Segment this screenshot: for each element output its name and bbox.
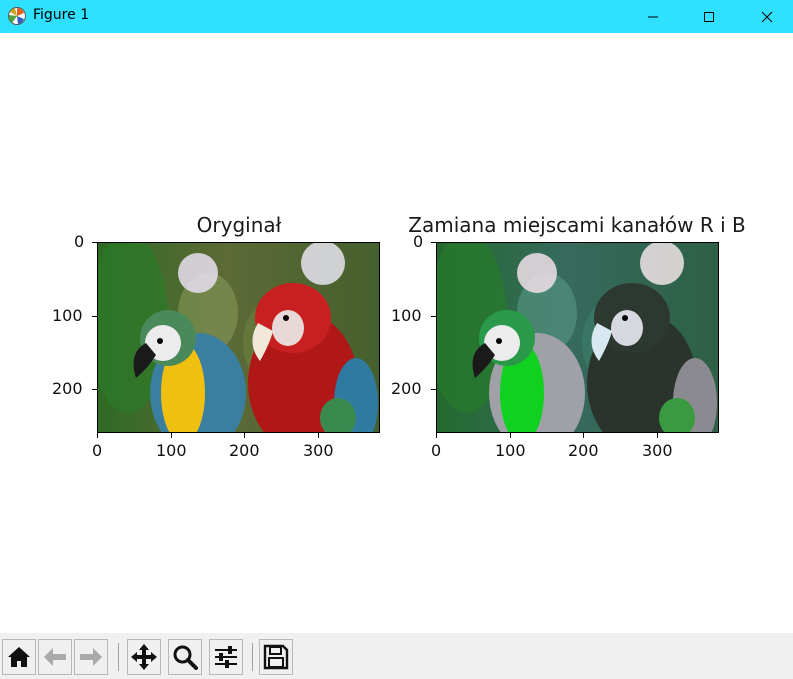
back-arrow-icon bbox=[44, 648, 66, 666]
xtick-label: 0 bbox=[92, 441, 103, 460]
xtick-label: 300 bbox=[303, 441, 334, 460]
ytick-mark bbox=[92, 242, 97, 243]
xtick-mark bbox=[97, 433, 98, 438]
pan-button[interactable] bbox=[127, 639, 161, 675]
zoom-magnifier-icon bbox=[173, 645, 198, 670]
figure-canvas[interactable]: Oryginał 0 100 200 0 100 200 300 Zamiana… bbox=[0, 33, 793, 633]
maximize-button[interactable] bbox=[686, 0, 732, 33]
xtick-mark bbox=[657, 433, 658, 438]
ytick-label: 100 bbox=[52, 306, 83, 325]
parrots-swapped-image bbox=[437, 243, 718, 432]
image-original bbox=[97, 242, 380, 433]
xtick-mark bbox=[244, 433, 245, 438]
close-button[interactable] bbox=[744, 0, 790, 33]
xtick-mark bbox=[318, 433, 319, 438]
ytick-mark bbox=[92, 316, 97, 317]
save-button[interactable] bbox=[259, 639, 293, 675]
minimize-icon bbox=[648, 16, 658, 17]
window-titlebar[interactable]: Figure 1 bbox=[0, 0, 793, 33]
ytick-label: 200 bbox=[391, 379, 422, 398]
window-title: Figure 1 bbox=[33, 7, 90, 23]
save-floppy-icon bbox=[263, 644, 289, 670]
ytick-label: 200 bbox=[52, 379, 83, 398]
ytick-mark bbox=[92, 389, 97, 390]
navigation-toolbar bbox=[0, 633, 793, 679]
configure-subplots-icon bbox=[215, 646, 237, 668]
ytick-mark bbox=[431, 242, 436, 243]
ytick-label: 0 bbox=[74, 232, 85, 251]
minimize-button[interactable] bbox=[630, 0, 676, 33]
ytick-mark bbox=[431, 389, 436, 390]
maximize-icon bbox=[704, 11, 714, 22]
close-icon bbox=[761, 11, 773, 22]
toolbar-separator bbox=[252, 643, 253, 671]
zoom-button[interactable] bbox=[168, 639, 202, 675]
forward-arrow-icon bbox=[80, 648, 102, 666]
xtick-label: 300 bbox=[642, 441, 673, 460]
xtick-label: 200 bbox=[229, 441, 260, 460]
home-button[interactable] bbox=[2, 639, 36, 675]
home-icon bbox=[8, 647, 30, 667]
matplotlib-app-icon bbox=[8, 7, 26, 25]
forward-button[interactable] bbox=[74, 639, 108, 675]
subplot-title-swapped: Zamiana miejscami kanałów R i B bbox=[408, 213, 746, 237]
image-swapped bbox=[436, 242, 719, 433]
parrots-original-image bbox=[98, 243, 379, 432]
xtick-mark bbox=[436, 433, 437, 438]
pan-move-icon bbox=[131, 644, 157, 670]
xtick-label: 100 bbox=[156, 441, 187, 460]
xtick-mark bbox=[583, 433, 584, 438]
xtick-label: 0 bbox=[431, 441, 442, 460]
xtick-mark bbox=[510, 433, 511, 438]
subplot-title-original: Oryginał bbox=[196, 213, 282, 237]
back-button[interactable] bbox=[38, 639, 72, 675]
xtick-mark bbox=[171, 433, 172, 438]
xtick-label: 100 bbox=[495, 441, 526, 460]
configure-subplots-button[interactable] bbox=[209, 639, 243, 675]
toolbar-separator bbox=[118, 643, 119, 671]
ytick-mark bbox=[431, 316, 436, 317]
ytick-label: 100 bbox=[391, 306, 422, 325]
xtick-label: 200 bbox=[568, 441, 599, 460]
ytick-label: 0 bbox=[413, 232, 424, 251]
